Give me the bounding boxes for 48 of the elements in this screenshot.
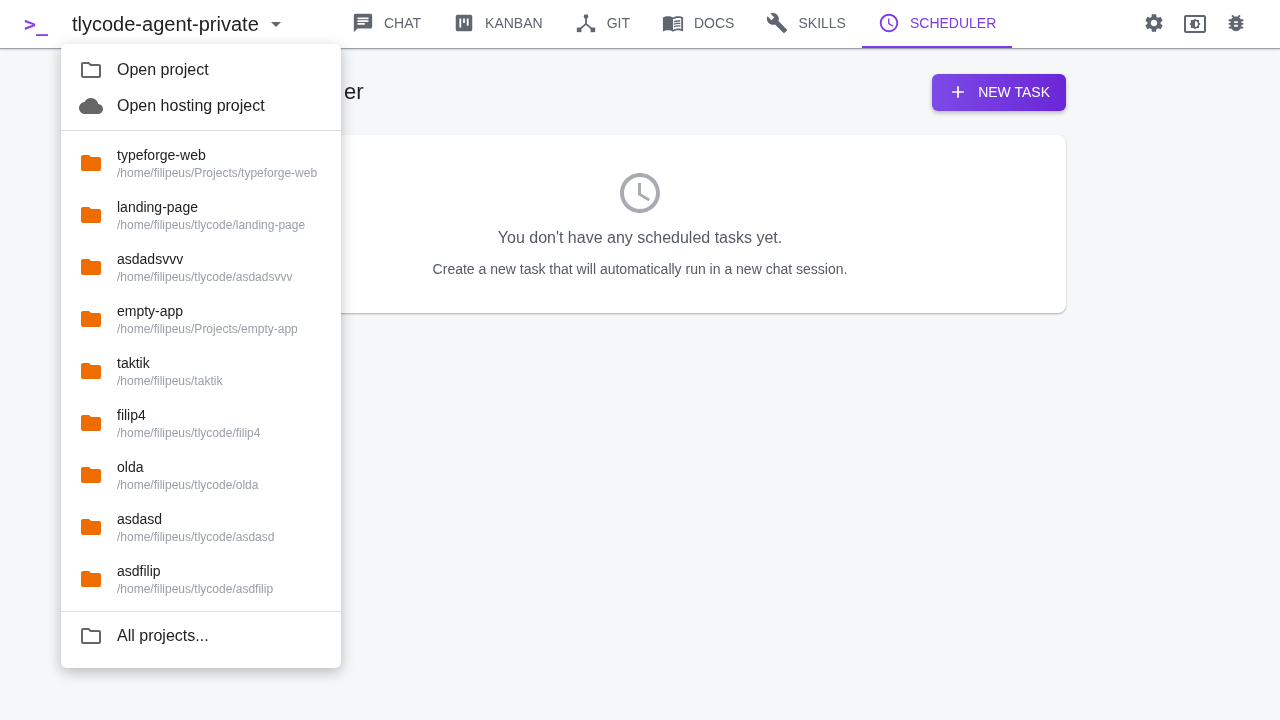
menu-item[interactable]: Open project — [61, 52, 341, 88]
project-path: /home/filipeus/taktik — [117, 373, 223, 388]
project-item[interactable]: filip4 /home/filipeus/tlycode/filip4 — [61, 397, 341, 449]
project-path: /home/filipeus/Projects/typeforge-web — [117, 165, 318, 180]
project-selector[interactable]: tlycode-agent-private — [72, 12, 336, 36]
page-title: er — [344, 79, 364, 105]
caret-icon — [270, 21, 281, 27]
app-logo[interactable]: >_ — [24, 12, 72, 36]
menu-item[interactable]: All projects... — [61, 618, 341, 654]
nav-tab[interactable]: CHAT — [336, 0, 438, 48]
project-name: landing-page — [117, 198, 199, 215]
project-item[interactable]: empty-app /home/filipeus/Projects/empty-app — [61, 293, 341, 345]
project-item[interactable]: taktik /home/filipeus/taktik — [61, 345, 341, 397]
project-item[interactable]: asdfilip /home/filipeus/tlycode/asdfilip — [61, 553, 341, 605]
project-name: asdfilip — [117, 562, 162, 579]
project-item[interactable]: olda /home/filipeus/tlycode/olda — [61, 449, 341, 501]
new-task-button[interactable]: NEW TASK — [932, 73, 1066, 111]
project-name: typeforge-web — [117, 146, 207, 163]
project-path: /home/filipeus/Projects/empty-app — [117, 321, 298, 336]
nav-tab[interactable]: GIT — [558, 0, 646, 48]
project-name: asdadsvvv — [117, 250, 185, 267]
empty-state-subtitle: Create a new task that will automatically run in a new chat session. — [432, 261, 848, 277]
project-name: empty-app — [117, 302, 185, 319]
menu-item[interactable]: Open hosting project — [61, 88, 341, 124]
project-name: olda — [117, 458, 145, 475]
project-name: asdasd — [117, 510, 164, 527]
project-path: /home/filipeus/tlycode/asdadsvvv — [117, 269, 293, 284]
project-name: filip4 — [117, 406, 147, 423]
display-icon[interactable] — [1183, 12, 1207, 36]
chat-icon — [352, 12, 374, 34]
project-path: /home/filipeus/tlycode/filip4 — [117, 425, 261, 440]
nav-tab[interactable]: SCHEDULER — [861, 0, 1013, 48]
project-path: /home/filipeus/tlycode/asdasd — [117, 529, 275, 544]
clock-icon — [877, 12, 900, 34]
nav-tab[interactable]: DOCS — [646, 0, 751, 48]
project-item[interactable]: asdadsvvv /home/filipeus/tlycode/asdadsvvv — [61, 241, 341, 293]
wrench-icon — [766, 12, 789, 34]
project-path: /home/filipeus/tlycode/asdfilip — [117, 581, 274, 596]
project-name: taktik — [117, 354, 151, 371]
empty-state-title: You don't have any scheduled tasks yet. — [497, 229, 783, 247]
project-path: /home/filipeus/tlycode/landing-page — [117, 217, 306, 232]
branch-icon — [574, 12, 597, 34]
nav-tab[interactable]: KANBAN — [437, 0, 559, 48]
project-path: /home/filipeus/tlycode/olda — [117, 477, 259, 492]
project-item[interactable]: asdasd /home/filipeus/tlycode/asdasd — [61, 501, 341, 553]
project-item[interactable]: typeforge-web /home/filipeus/Projects/typeforge-web — [61, 137, 341, 189]
nav-tab[interactable]: SKILLS — [750, 0, 862, 48]
project-item[interactable]: landing-page /home/filipeus/tlycode/landing-page — [61, 189, 341, 241]
